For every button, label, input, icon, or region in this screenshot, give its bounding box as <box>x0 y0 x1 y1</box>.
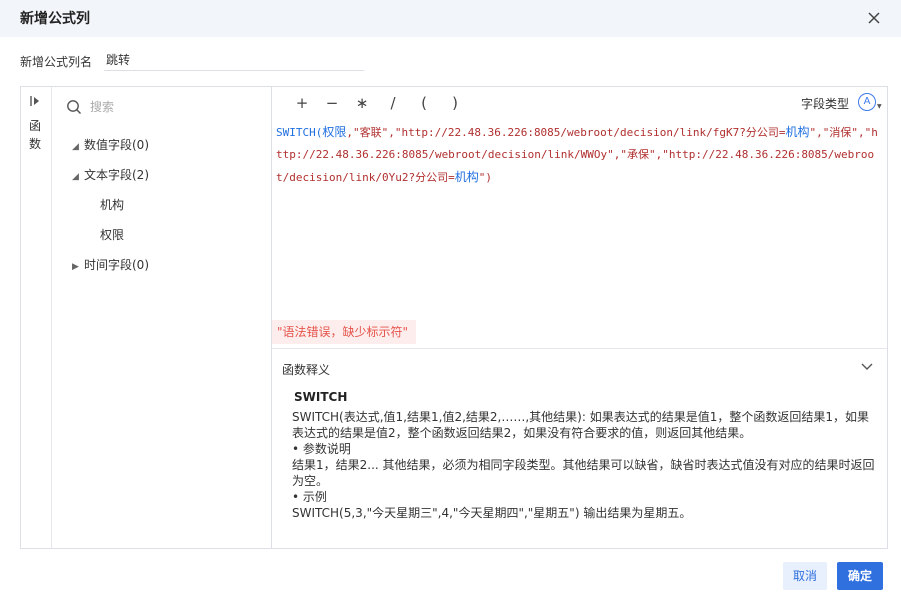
left-paren-button[interactable]: ( <box>414 93 434 113</box>
syntax-error-message: "语法错误，缺少标示符" <box>272 320 416 344</box>
dialog-titlebar: 新增公式列 <box>0 0 901 37</box>
column-name-label: 新增公式列名 <box>20 55 93 69</box>
confirm-button[interactable]: 确定 <box>837 562 883 590</box>
collapse-arrow-icon[interactable] <box>29 95 43 110</box>
field-chip-jigou[interactable]: 机构 <box>785 125 809 139</box>
caret-down-icon: ◢ <box>72 172 79 182</box>
minus-button[interactable]: − <box>322 93 342 113</box>
tree-node-label: 时间字段(0) <box>84 258 149 272</box>
help-line: SWITCH(5,3,"今天星期三",4,"今天星期四","星期五") 输出结果… <box>292 506 692 520</box>
field-type-icon[interactable]: A <box>858 93 876 111</box>
plus-button[interactable]: + <box>292 93 312 113</box>
tree-node-text[interactable]: ◢ 文本字段(2) <box>72 165 149 185</box>
dialog-title: 新增公式列 <box>20 11 90 27</box>
help-line: SWITCH(表达式,值1,结果1,值2,结果2,……,其他结果): 如果表达式… <box>292 410 869 440</box>
formula-function: SWITCH( <box>276 126 323 139</box>
field-type-label: 字段类型 <box>801 97 850 111</box>
function-help-panel: 函数释义 SWITCH SWITCH(表达式,值1,结果1,值2,结果2,……,… <box>272 348 887 549</box>
multiply-button[interactable]: ∗ <box>352 93 372 113</box>
field-item-quanxian[interactable]: 权限 <box>100 225 124 245</box>
chevron-down-icon[interactable] <box>860 361 874 375</box>
caret-down-icon[interactable]: ▼ <box>877 103 882 110</box>
cancel-button[interactable]: 取消 <box>783 562 827 590</box>
help-line: • 示例 <box>292 490 327 504</box>
help-function-name: SWITCH <box>294 390 348 404</box>
formula-editor: + − ∗ / ( ) 字段类型 A ▼ SWITCH(权限,"客联","htt… <box>272 87 887 548</box>
help-line: 结果1，结果2... 其他结果，必须为相同字段类型。其他结果可以缺省，缺省时表达… <box>292 458 875 488</box>
formula-segment: ") <box>478 171 492 184</box>
formula-segment: ,"客联","http://22.48.36.226:8085/webroot/… <box>346 126 786 139</box>
formula-panel: 函数 ◢ 数值字段(0) ◢ 文本字段(2) 机构 权限 ▶ 时间字段(0) + − … <box>20 86 888 549</box>
column-name-input[interactable] <box>104 48 364 71</box>
caret-down-icon: ◢ <box>72 142 79 152</box>
formula-text[interactable]: SWITCH(权限,"客联","http://22.48.36.226:8085… <box>276 121 880 189</box>
field-chip-jigou[interactable]: 机构 <box>455 170 479 184</box>
tree-node-time[interactable]: ▶ 时间字段(0) <box>72 255 149 275</box>
function-tab-label: 函数 <box>29 119 42 151</box>
tree-node-label: 文本字段(2) <box>84 168 149 182</box>
tree-node-label: 数值字段(0) <box>84 138 149 152</box>
divide-button[interactable]: / <box>383 93 403 113</box>
help-title: 函数释义 <box>282 363 331 377</box>
field-chip-quanxian[interactable]: 权限 <box>322 125 346 139</box>
search-input[interactable] <box>88 97 252 117</box>
field-list-panel: ◢ 数值字段(0) ◢ 文本字段(2) 机构 权限 ▶ 时间字段(0) <box>52 87 272 548</box>
right-paren-button[interactable]: ) <box>445 93 465 113</box>
help-body: SWITCH(表达式,值1,结果1,值2,结果2,……,其他结果): 如果表达式… <box>292 409 877 521</box>
field-item-jigou[interactable]: 机构 <box>100 195 124 215</box>
close-icon[interactable] <box>863 7 885 29</box>
help-line: • 参数说明 <box>292 442 351 456</box>
function-tab[interactable]: 函数 <box>21 87 52 548</box>
caret-right-icon: ▶ <box>72 262 79 272</box>
search-icon <box>66 99 82 118</box>
tree-node-numeric[interactable]: ◢ 数值字段(0) <box>72 135 149 155</box>
